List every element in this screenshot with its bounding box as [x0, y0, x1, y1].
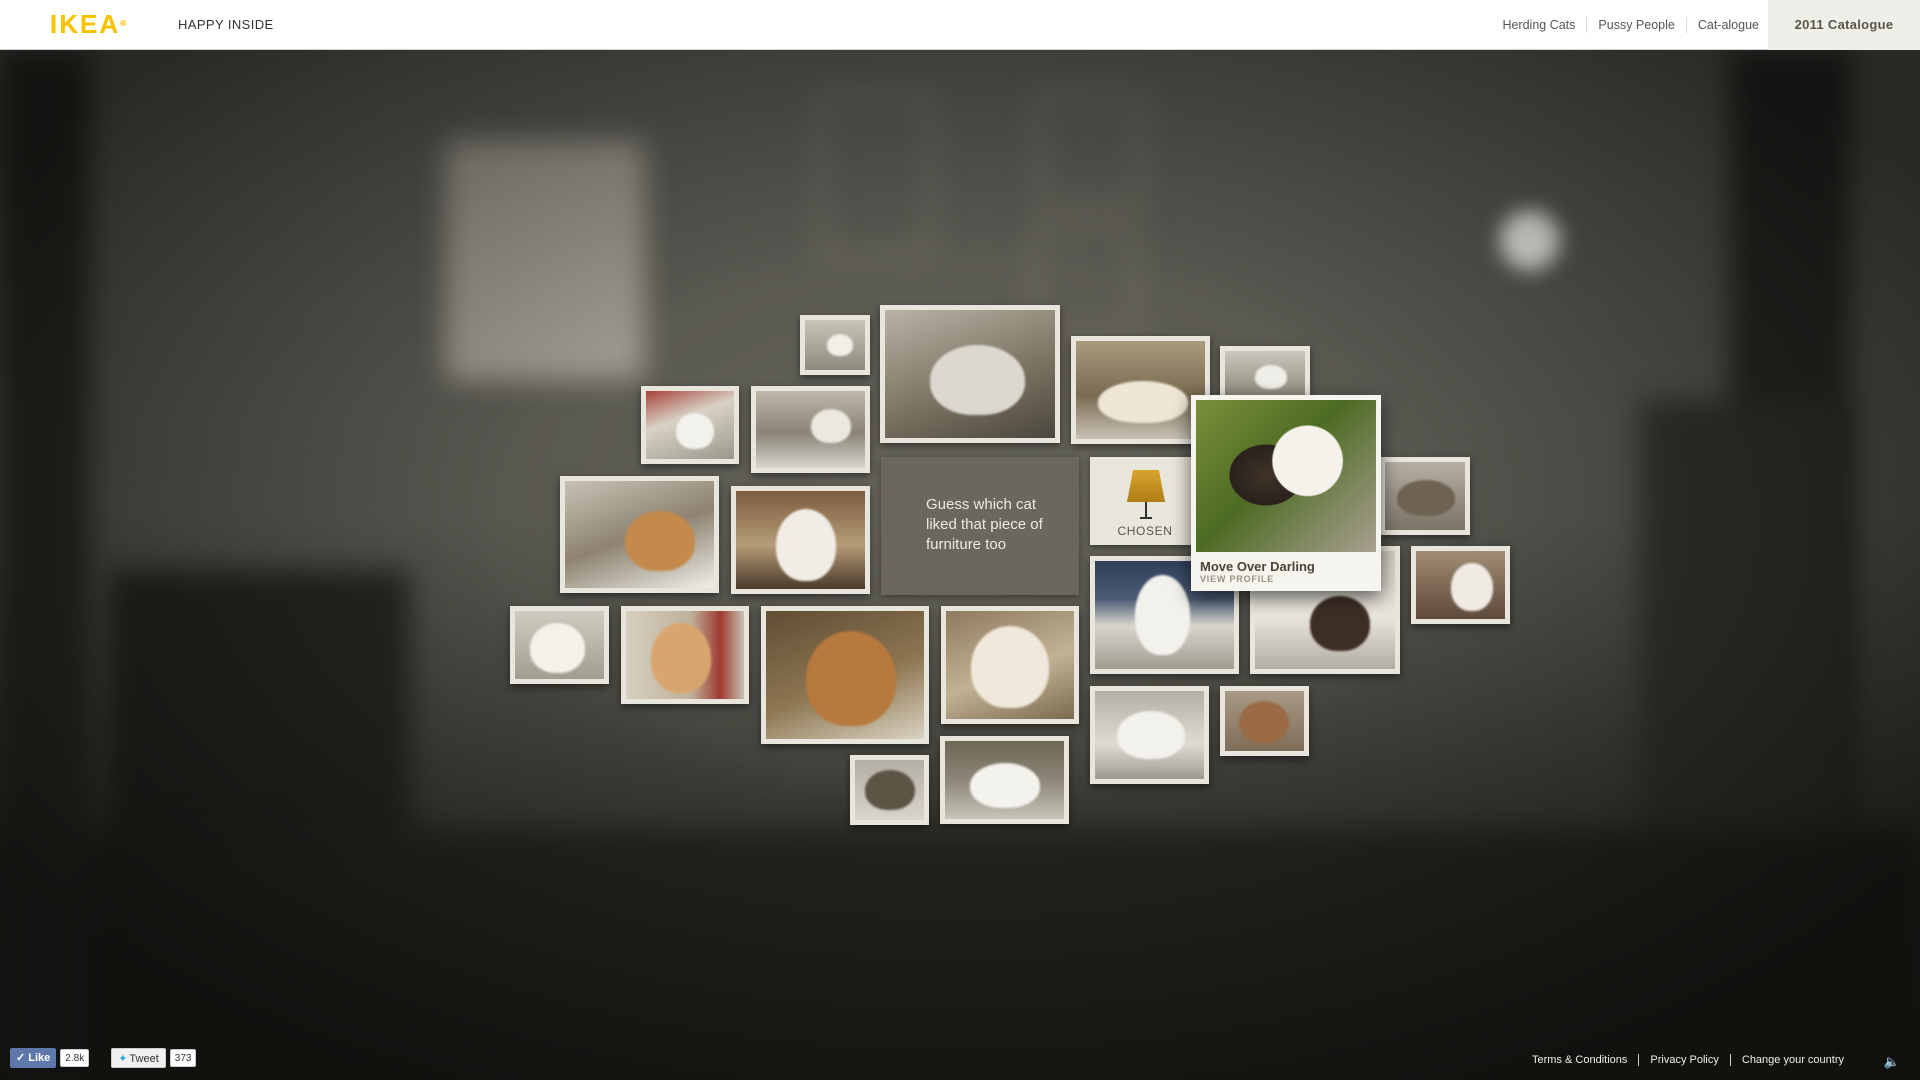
cat-photo-tile[interactable]: [560, 476, 719, 593]
guess-prompt: Guess which cat liked that piece of furn…: [881, 457, 1079, 595]
cat-photo-tile[interactable]: [880, 305, 1060, 443]
nav-herding-cats[interactable]: Herding Cats: [1491, 17, 1586, 33]
view-profile-link[interactable]: VIEW PROFILE: [1196, 574, 1376, 584]
nav-pussy-people[interactable]: Pussy People: [1586, 17, 1685, 33]
cat-profile-photo[interactable]: [1196, 400, 1376, 552]
cat-photo-tile[interactable]: [1220, 346, 1310, 402]
change-country-link[interactable]: Change your country: [1729, 1054, 1855, 1066]
tweet-count: 373: [169, 1049, 197, 1067]
tweet-label: Tweet: [129, 1053, 159, 1065]
facebook-like-button[interactable]: ✓ Like: [10, 1048, 57, 1068]
lamp-icon: [1127, 470, 1165, 502]
thumbs-up-icon: ✓: [16, 1052, 29, 1064]
catalogue-button[interactable]: 2011 Catalogue: [1768, 0, 1920, 50]
cat-photo-tile[interactable]: [1220, 686, 1309, 756]
terms-link[interactable]: Terms & Conditions: [1521, 1054, 1638, 1066]
like-label: Like: [28, 1052, 51, 1064]
cat-photo-tile[interactable]: [941, 606, 1079, 724]
like-count: 2.8k: [60, 1049, 90, 1067]
chosen-label: CHOSEN: [1117, 524, 1173, 538]
cat-photo-tile[interactable]: [761, 606, 929, 744]
cat-profile-card[interactable]: Move Over Darling VIEW PROFILE: [1191, 395, 1381, 591]
cat-photo-tile[interactable]: [1411, 546, 1510, 624]
top-header: IKEA® HAPPY INSIDE Herding Cats Pussy Pe…: [0, 0, 1920, 50]
cat-photo-tile[interactable]: [850, 755, 929, 825]
cat-photo-tile[interactable]: [621, 606, 749, 704]
cat-photo-tile[interactable]: [641, 386, 739, 464]
tagline: HAPPY INSIDE: [178, 17, 274, 32]
cat-photo-tile[interactable]: [1380, 457, 1470, 535]
lamp-base: [1140, 517, 1152, 519]
cat-photo-tile[interactable]: [940, 736, 1069, 824]
cat-photo-tile[interactable]: [1090, 686, 1209, 784]
bird-icon: ✦: [118, 1053, 128, 1065]
cat-photo-tile[interactable]: [1071, 336, 1210, 444]
ikea-logo-text: IKEA: [50, 9, 121, 39]
social-buttons: ✓ Like 2.8k ✦ Tweet 373: [10, 1048, 197, 1068]
cat-photo-tile[interactable]: [800, 315, 870, 375]
lamp-stem: [1145, 502, 1147, 518]
privacy-link[interactable]: Privacy Policy: [1638, 1054, 1729, 1066]
nav-cat-alogue[interactable]: Cat-alogue: [1685, 17, 1770, 33]
speaker-icon[interactable]: 🔈: [1884, 1054, 1900, 1070]
footer-links: Terms & Conditions Privacy Policy Change…: [1521, 1054, 1855, 1066]
tweet-button[interactable]: ✦ Tweet: [111, 1048, 166, 1068]
cat-photo-tile[interactable]: [751, 386, 870, 473]
chosen-furniture-tile[interactable]: CHOSEN: [1090, 457, 1200, 545]
ikea-logo[interactable]: IKEA®: [50, 9, 126, 39]
cat-photo-tile[interactable]: [731, 486, 870, 594]
cat-photo-tile[interactable]: [510, 606, 609, 684]
cat-profile-name: Move Over Darling: [1200, 559, 1315, 574]
main-nav: Herding Cats Pussy People Cat-alogue: [1491, 0, 1770, 50]
